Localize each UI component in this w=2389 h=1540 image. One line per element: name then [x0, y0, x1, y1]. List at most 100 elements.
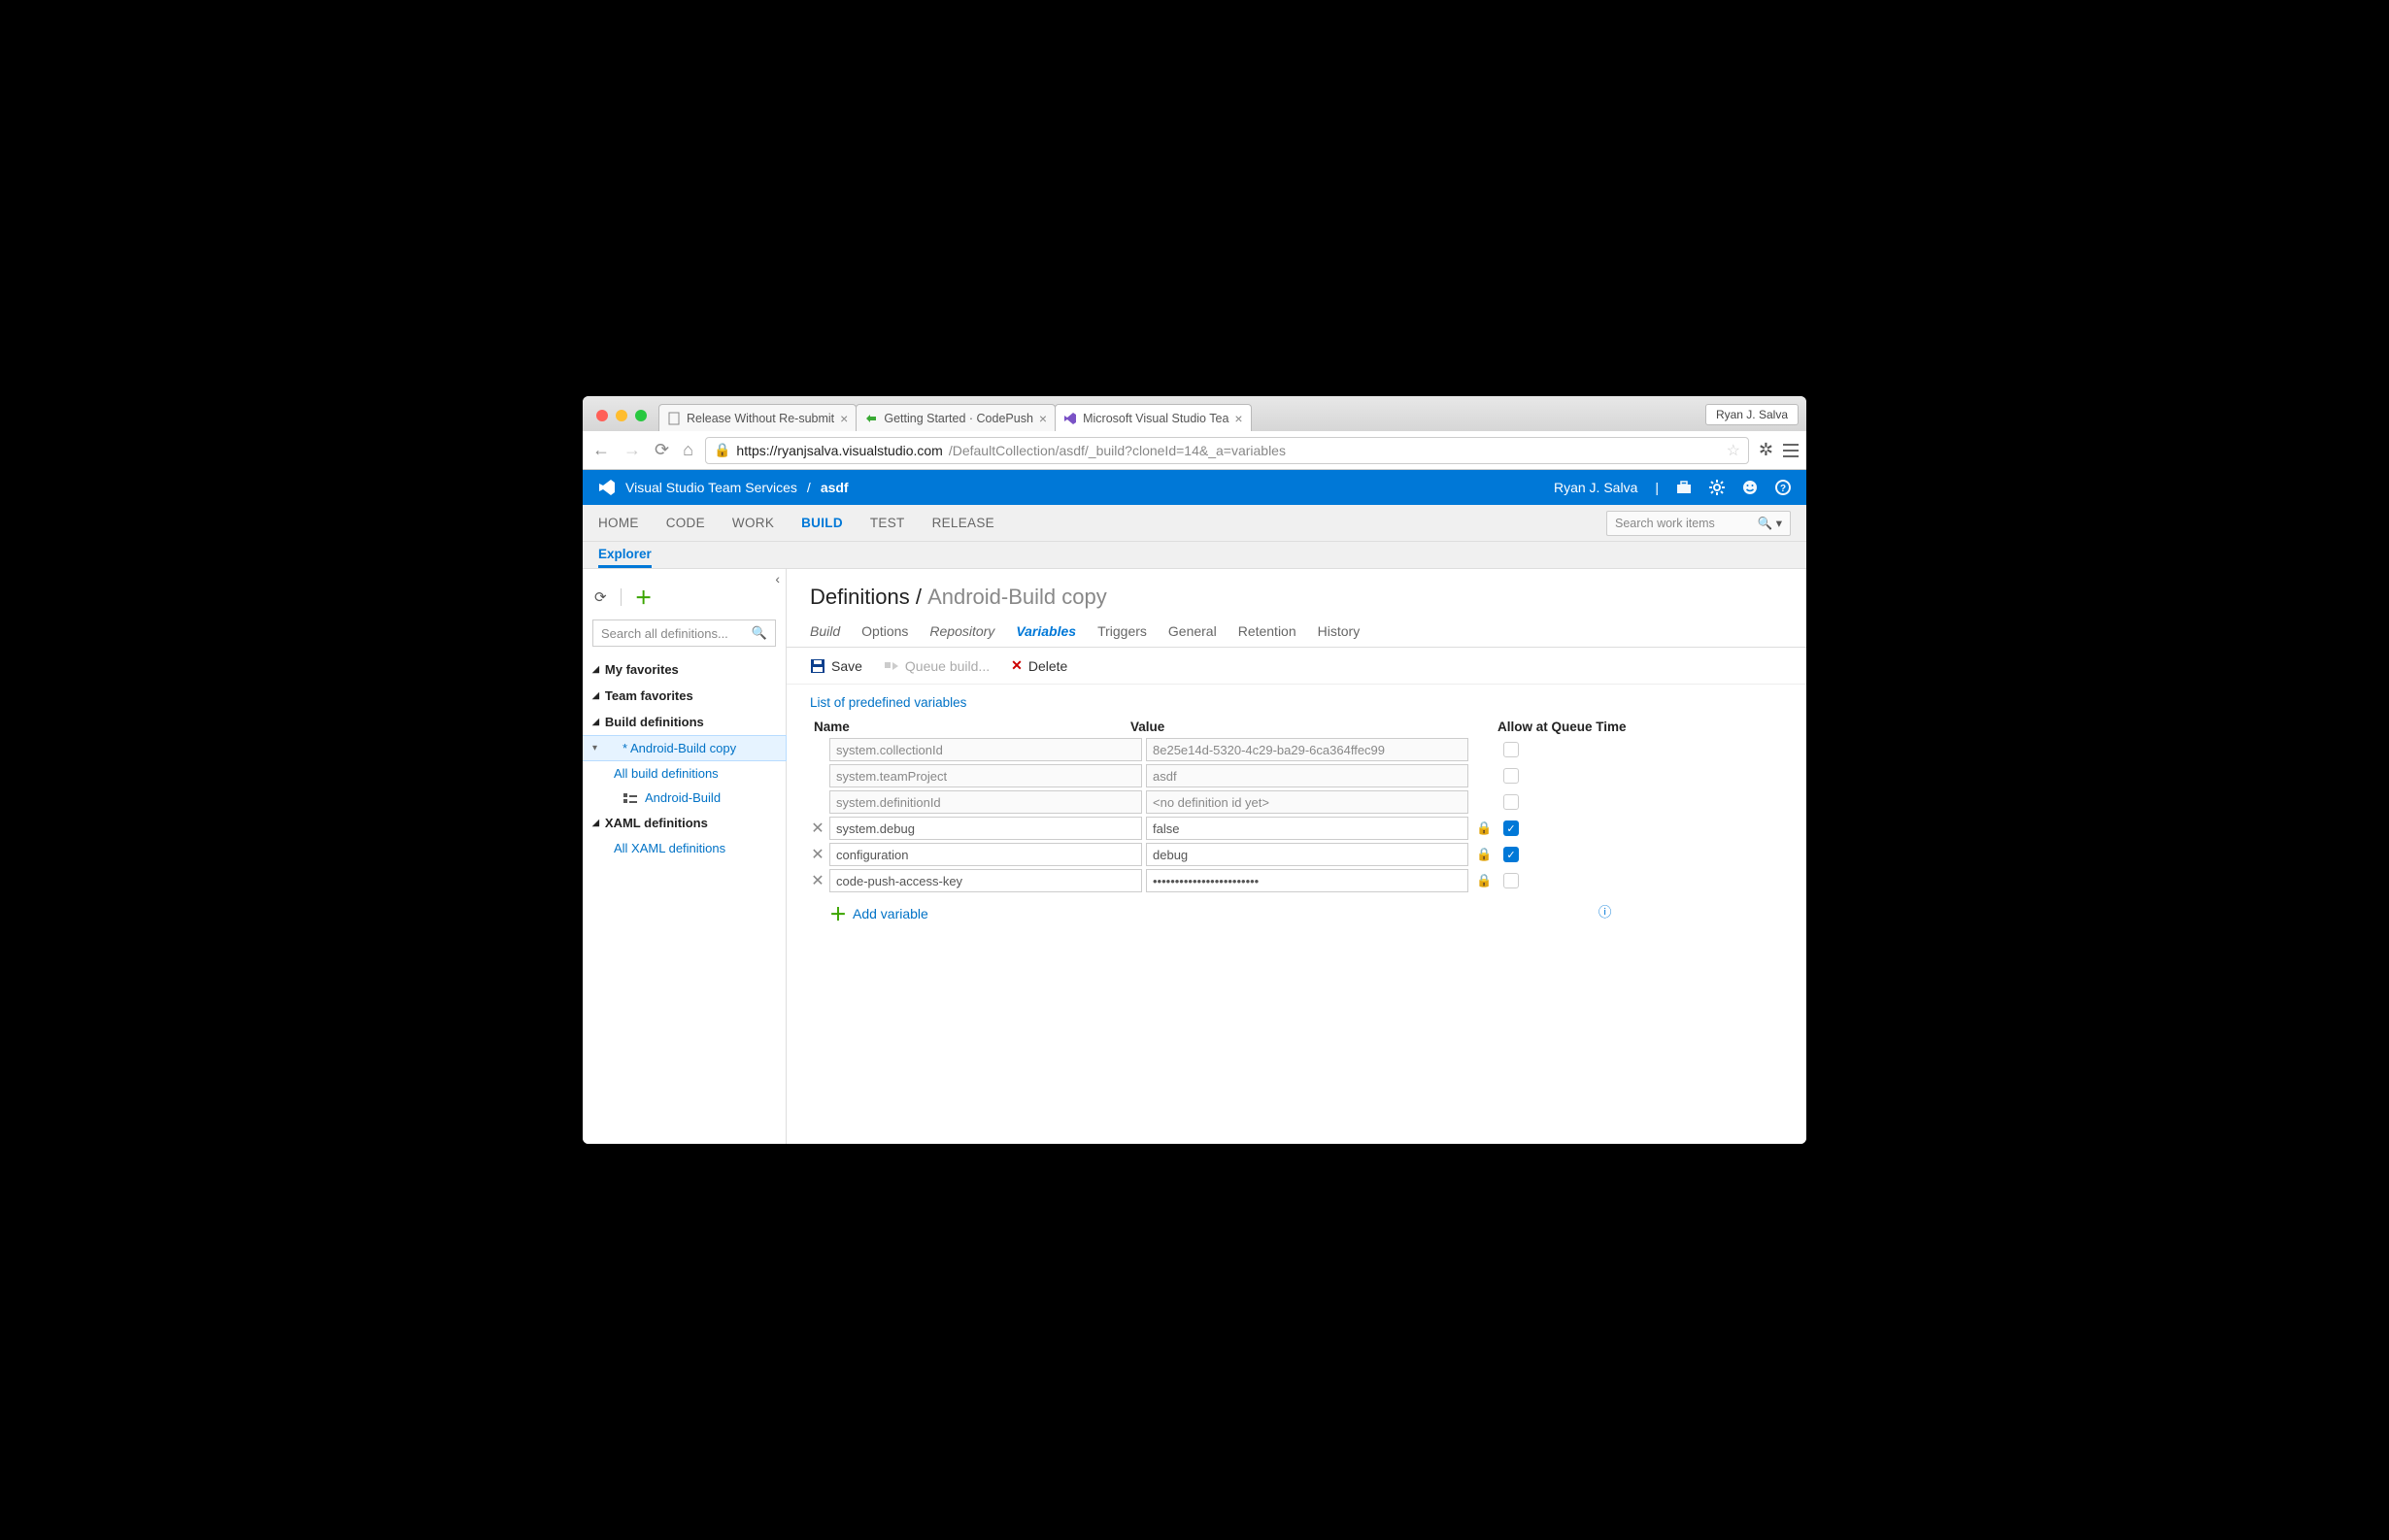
- add-variable-row: ＋ Add variable ⓘ: [810, 895, 1783, 926]
- var-name-input[interactable]: [829, 817, 1142, 840]
- var-value-input[interactable]: [1146, 843, 1468, 866]
- section-team-favorites[interactable]: ◢Team favorites: [583, 683, 786, 709]
- queue-checkbox[interactable]: ✓: [1503, 847, 1519, 862]
- minimize-window-icon[interactable]: [616, 410, 627, 421]
- collapse-sidebar-icon[interactable]: ‹: [775, 571, 780, 586]
- hub-nav: Explorer: [583, 542, 1806, 569]
- tab-title: Release Without Re-submit: [687, 412, 834, 425]
- section-my-favorites[interactable]: ◢My favorites: [583, 656, 786, 683]
- toolbar: Save Queue build... ✕ Delete: [787, 648, 1806, 685]
- bookmark-icon[interactable]: ☆: [1727, 441, 1740, 460]
- close-tab-icon[interactable]: ×: [1234, 411, 1242, 426]
- tab-repository[interactable]: Repository: [929, 623, 994, 647]
- section-xaml-definitions[interactable]: ◢XAML definitions: [583, 810, 786, 836]
- lock-icon: 🔒: [714, 442, 730, 458]
- settings-icon[interactable]: ✲: [1759, 440, 1773, 460]
- nav-build[interactable]: BUILD: [801, 516, 843, 530]
- tab-title: Microsoft Visual Studio Tea: [1083, 412, 1228, 425]
- tab-variables[interactable]: Variables: [1016, 623, 1076, 647]
- briefcase-icon[interactable]: [1676, 481, 1692, 494]
- queue-checkbox[interactable]: [1503, 794, 1519, 810]
- queue-build-button[interactable]: Queue build...: [884, 658, 990, 674]
- delete-row-icon[interactable]: ✕: [810, 819, 825, 838]
- search-work-items-input[interactable]: Search work items 🔍 ▾: [1606, 511, 1791, 536]
- maximize-window-icon[interactable]: [635, 410, 647, 421]
- sidebar-item-all-build[interactable]: All build definitions: [583, 761, 786, 786]
- window-controls: [590, 410, 658, 431]
- var-value-input[interactable]: [1146, 817, 1468, 840]
- search-input-placeholder: Search work items: [1615, 517, 1715, 530]
- browser-tab[interactable]: Release Without Re-submit ×: [658, 404, 857, 431]
- nav-home[interactable]: HOME: [598, 516, 639, 530]
- project-name[interactable]: asdf: [821, 480, 849, 495]
- tab-retention[interactable]: Retention: [1238, 623, 1296, 647]
- gear-icon[interactable]: [1709, 480, 1725, 495]
- tab-title: Getting Started · CodePush: [884, 412, 1033, 425]
- col-name: Name: [810, 720, 1130, 734]
- nav-test[interactable]: TEST: [870, 516, 905, 530]
- var-name-input[interactable]: [829, 869, 1142, 892]
- close-tab-icon[interactable]: ×: [1039, 411, 1047, 426]
- queue-checkbox[interactable]: ✓: [1503, 820, 1519, 836]
- col-queue: Allow at Queue Time: [1497, 720, 1627, 734]
- var-value-input[interactable]: [1146, 869, 1468, 892]
- browser-tab[interactable]: Getting Started · CodePush ×: [856, 404, 1056, 431]
- nav-code[interactable]: CODE: [666, 516, 705, 530]
- queue-checkbox[interactable]: [1503, 873, 1519, 888]
- delete-row-icon[interactable]: ✕: [810, 871, 825, 890]
- sidebar-item-all-xaml[interactable]: All XAML definitions: [583, 836, 786, 860]
- predefined-variables-link[interactable]: List of predefined variables: [810, 695, 966, 710]
- queue-checkbox[interactable]: [1503, 768, 1519, 784]
- add-variable-button[interactable]: ＋ Add variable: [829, 901, 928, 926]
- lock-icon[interactable]: 🔒: [1476, 873, 1492, 888]
- forward-button[interactable]: →: [622, 440, 643, 460]
- lock-icon[interactable]: 🔒: [1476, 847, 1492, 862]
- back-button[interactable]: ←: [590, 440, 612, 460]
- table-row: [810, 790, 1783, 814]
- tab-history[interactable]: History: [1318, 623, 1361, 647]
- vsts-header: Visual Studio Team Services / asdf Ryan …: [583, 470, 1806, 505]
- search-definitions-input[interactable]: Search all definitions... 🔍: [592, 619, 776, 647]
- delete-row-icon[interactable]: ✕: [810, 845, 825, 864]
- home-button[interactable]: ⌂: [681, 440, 695, 460]
- sidebar-item-android-build[interactable]: Android-Build: [583, 786, 786, 810]
- url-field[interactable]: 🔒 https://ryanjsalva.visualstudio.com/De…: [705, 437, 1749, 464]
- browser-profile-button[interactable]: Ryan J. Salva: [1705, 404, 1799, 425]
- plus-icon: ＋: [829, 901, 847, 926]
- close-tab-icon[interactable]: ×: [840, 411, 848, 426]
- info-icon[interactable]: ⓘ: [1598, 901, 1612, 921]
- reload-button[interactable]: ⟳: [653, 440, 671, 460]
- var-value-input: [1146, 738, 1468, 761]
- menu-icon[interactable]: [1783, 444, 1799, 457]
- section-build-definitions[interactable]: ◢Build definitions: [583, 709, 786, 735]
- tab-general[interactable]: General: [1168, 623, 1217, 647]
- sidebar-item-android-build-copy[interactable]: * Android-Build copy: [583, 735, 787, 761]
- tab-triggers[interactable]: Triggers: [1097, 623, 1147, 647]
- var-name-input[interactable]: [829, 843, 1142, 866]
- tab-options[interactable]: Options: [861, 623, 908, 647]
- table-row: ✕🔒: [810, 869, 1783, 892]
- browser-tab[interactable]: Microsoft Visual Studio Tea ×: [1055, 404, 1252, 431]
- smile-icon[interactable]: [1742, 480, 1758, 495]
- codepush-icon: [864, 412, 878, 425]
- vs-icon: [1063, 412, 1077, 425]
- sidebar: ‹ ⟳ ＋ Search all definitions... 🔍 ◢My fa…: [583, 569, 787, 1144]
- var-name-input: [829, 790, 1142, 814]
- refresh-icon[interactable]: ⟳: [594, 588, 607, 606]
- var-value-input: [1146, 790, 1468, 814]
- add-definition-icon[interactable]: ＋: [635, 585, 653, 610]
- help-icon[interactable]: ?: [1775, 480, 1791, 495]
- nav-release[interactable]: RELEASE: [932, 516, 994, 530]
- queue-checkbox[interactable]: [1503, 742, 1519, 757]
- save-button[interactable]: Save: [810, 658, 862, 674]
- tab-build[interactable]: Build: [810, 623, 840, 647]
- user-name[interactable]: Ryan J. Salva: [1554, 480, 1637, 495]
- lock-icon[interactable]: 🔒: [1476, 820, 1492, 836]
- page-icon: [667, 412, 681, 425]
- close-window-icon[interactable]: [596, 410, 608, 421]
- nav-work[interactable]: WORK: [732, 516, 774, 530]
- var-name-input: [829, 764, 1142, 787]
- delete-button[interactable]: ✕ Delete: [1011, 657, 1067, 674]
- hub-explorer[interactable]: Explorer: [598, 547, 652, 568]
- product-name[interactable]: Visual Studio Team Services: [625, 480, 797, 495]
